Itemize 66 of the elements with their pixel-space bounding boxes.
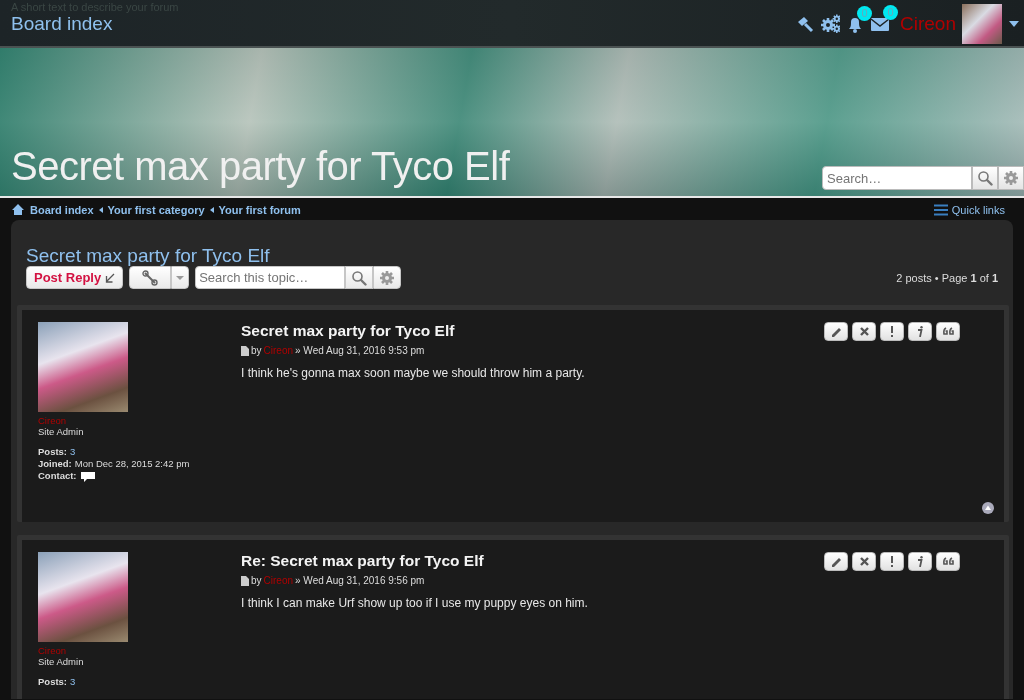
breadcrumb-link[interactable]: Your first forum [218,203,301,216]
stat-value: Mon Dec 28, 2015 2:42 pm [74,458,190,470]
search-icon [351,269,368,286]
search-field[interactable]: Search… [822,166,972,190]
advanced-search-button[interactable] [373,266,402,289]
caret-icon [176,273,185,282]
stat-label: Posts: [38,446,68,458]
post-icon[interactable] [241,345,249,356]
quote-button[interactable] [936,552,960,571]
gear-icon [379,269,396,286]
info-icon [917,556,923,567]
post-icon[interactable] [241,575,249,586]
home-link[interactable]: Board index [11,13,179,35]
edit-button[interactable] [824,322,848,341]
delete-button[interactable] [852,552,876,571]
stat-label: Joined: [38,458,72,470]
site-title: Secret max party for Tyco Elf [11,144,510,188]
post-subject[interactable]: Re: Secret max party for Tyco Elf [241,552,484,571]
chevron-icon [98,206,103,213]
notification-count: 0 [857,6,872,21]
post-by-label: by [251,345,262,356]
breadcrumb-link[interactable]: Board index [30,203,94,216]
pagination-info: 2 posts • Page 1 of 1 [896,271,998,284]
gears-icon[interactable] [820,14,840,34]
delete-button[interactable] [852,322,876,341]
post-text: I think I can make Urf show up too if I use my puppy eyes on him. [241,596,589,610]
search-button[interactable] [972,166,998,190]
chevron-icon [209,206,214,213]
speech-bubble-icon[interactable] [79,470,96,482]
report-button[interactable] [880,322,904,341]
quick-links[interactable]: Quick links [951,203,1005,216]
bell-icon[interactable] [846,15,864,33]
post-count-link[interactable]: 3 [70,676,76,688]
edit-button[interactable] [824,552,848,571]
wrench-icon [142,269,159,286]
stat-label: Contact: [38,470,77,482]
info-button[interactable] [908,322,932,341]
topic-search-field[interactable]: Search this topic… [195,266,346,289]
tools-button[interactable] [129,266,172,289]
tools-dropdown-button[interactable] [171,266,190,289]
gear-icon [1003,170,1019,186]
author-rank: Site Admin [38,656,85,667]
avatar-placeholder [962,4,1002,44]
message-count: 0 [883,5,898,20]
hammer-icon[interactable] [796,15,814,33]
menu-icon[interactable] [933,203,948,216]
report-button[interactable] [880,552,904,571]
breadcrumb-link[interactable]: Your first category [107,203,205,216]
post-by-label: by [251,575,262,586]
back-to-top-icon[interactable] [982,502,994,514]
topic-title[interactable]: Secret max party for Tyco Elf [26,246,1003,266]
post-subject[interactable]: Secret max party for Tyco Elf [241,322,455,341]
post-date: » Wed Aug 31, 2016 9:56 pm [295,575,425,586]
info-button[interactable] [908,552,932,571]
info-icon [917,326,923,337]
post-reply-button[interactable]: Post Reply [26,266,124,289]
post-date: » Wed Aug 31, 2016 9:53 pm [295,345,425,356]
arrow-icon [105,272,116,283]
post-text: I think he's gonna max soon maybe we should throw him a party. [241,366,586,380]
home-icon [11,203,25,216]
search-icon [977,170,993,186]
search-button[interactable] [345,266,374,289]
stat-label: Posts: [38,676,68,688]
author-rank: Site Admin [38,426,85,437]
post-count-link[interactable]: 3 [70,446,76,458]
quote-button[interactable] [936,322,960,341]
